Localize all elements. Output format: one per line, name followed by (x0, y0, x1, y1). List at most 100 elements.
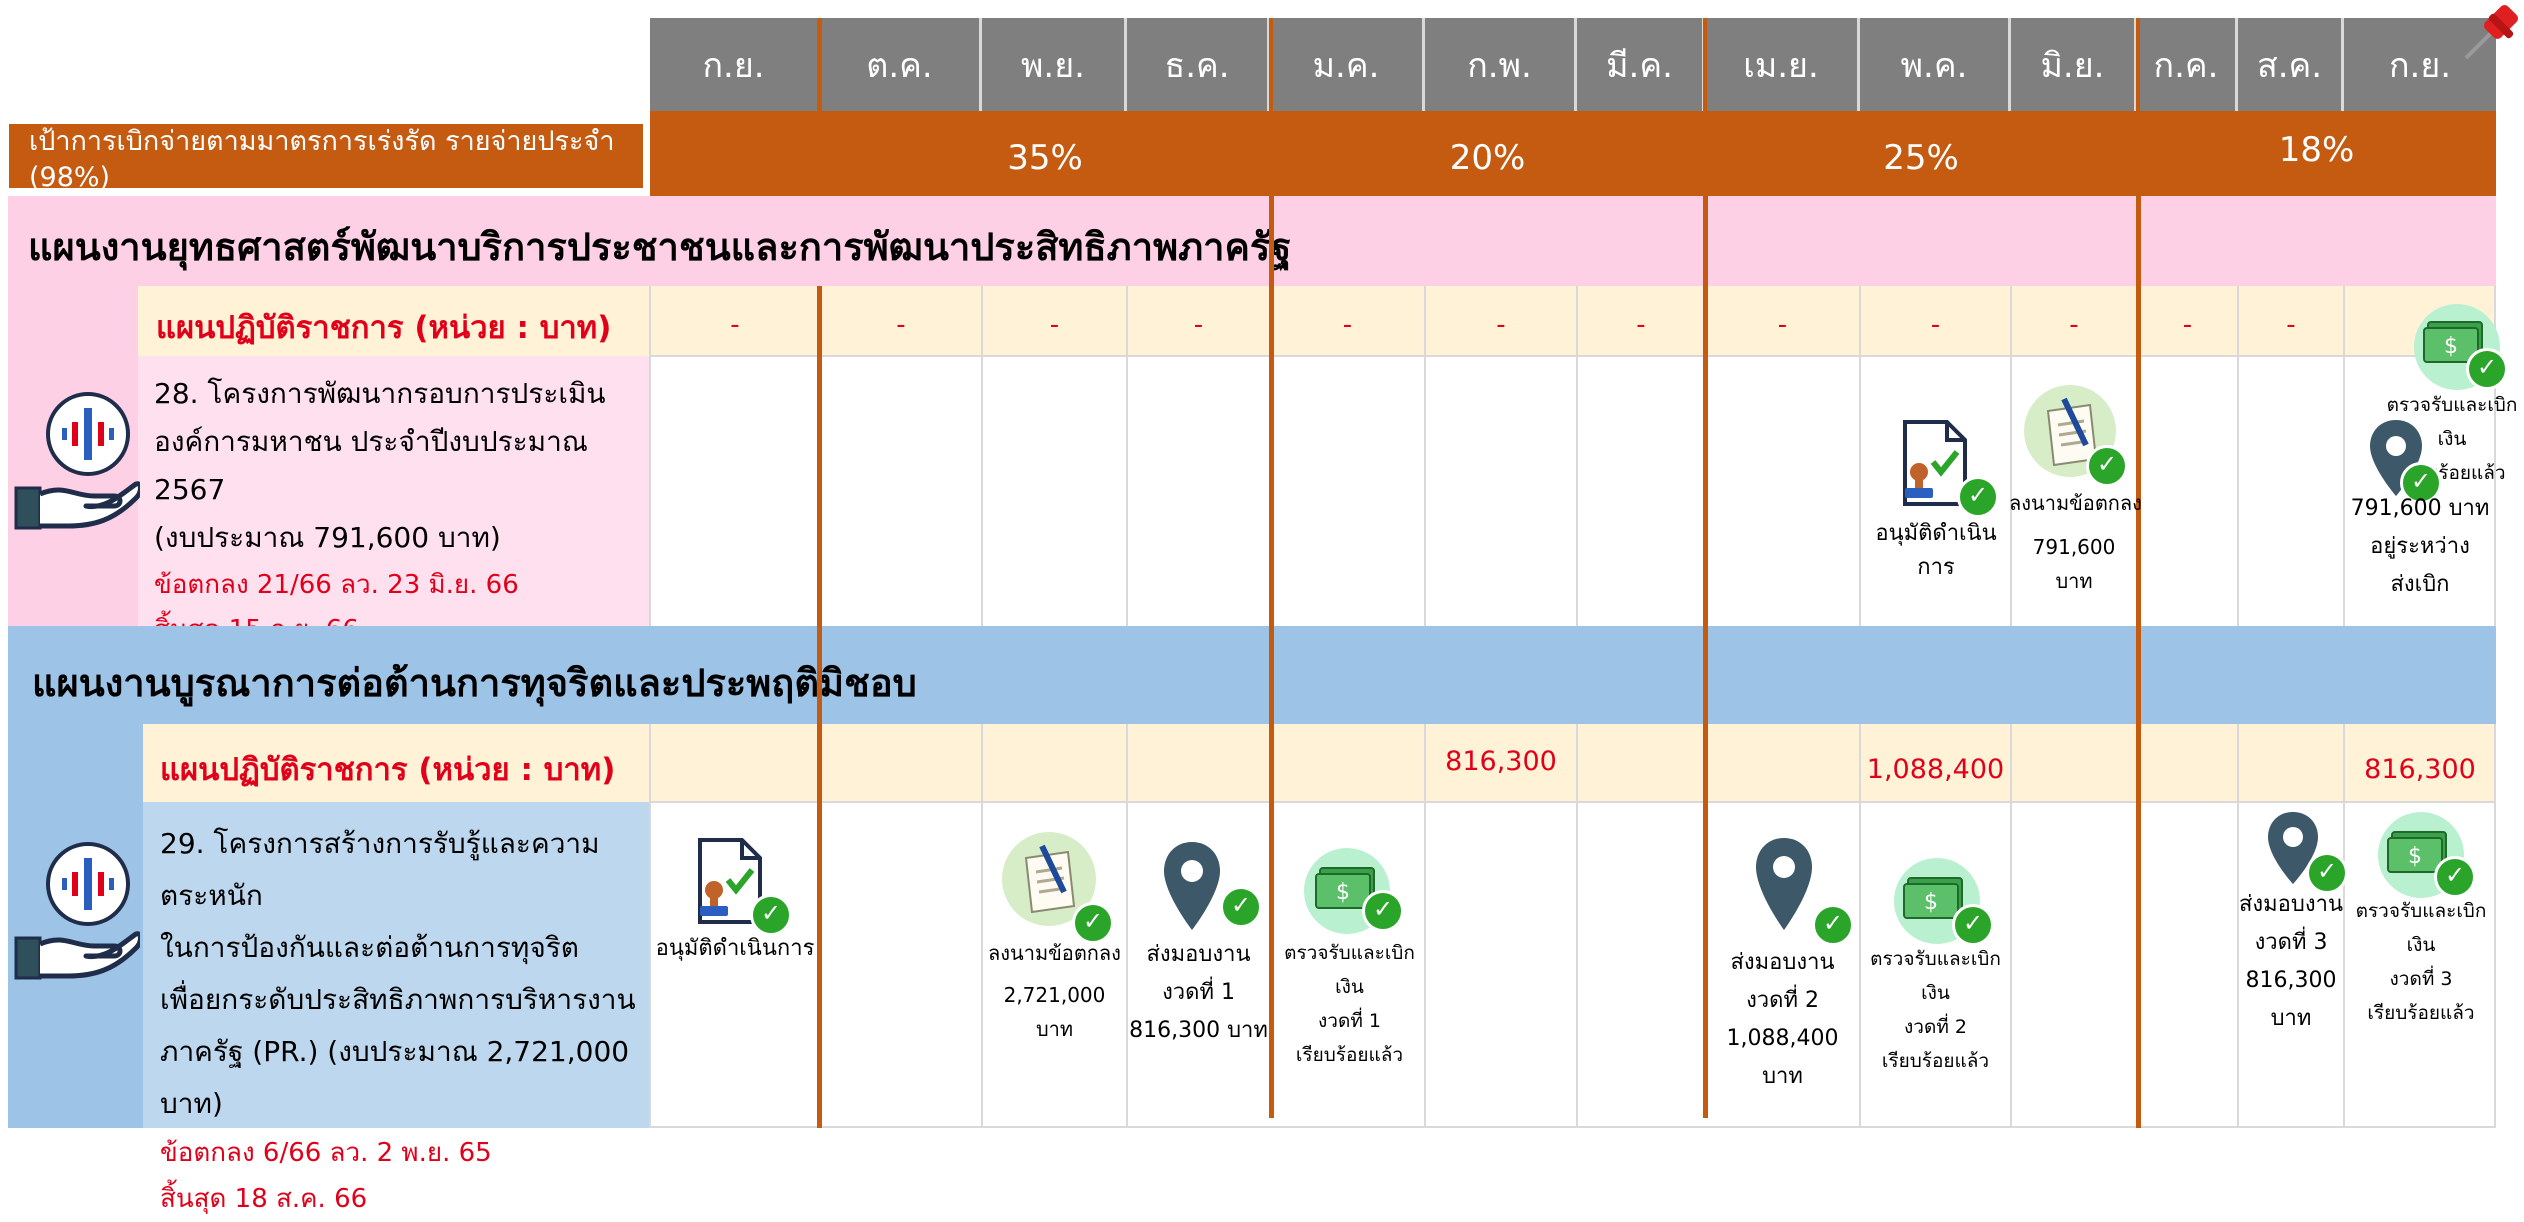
check-icon: ✓ (1952, 904, 1994, 946)
grid-line (981, 286, 983, 626)
money-icon: $ ✓ (2420, 316, 2510, 390)
check-icon: ✓ (1362, 890, 1404, 932)
approve-document-icon: ✓ (690, 836, 792, 936)
month-header-cell: ธ.ค. (1127, 18, 1270, 111)
svg-text:$: $ (1336, 880, 1350, 905)
project-title-line: เพื่อยกระดับประสิทธิภาพการบริหารงาน (160, 983, 636, 1016)
plan-dash: - (2182, 310, 2193, 340)
location-pin-icon: ✓ (1160, 838, 1262, 934)
sign-contract-icon: ✓ (1012, 842, 1114, 944)
check-icon: ✓ (2434, 856, 2476, 898)
month-header-cell: ก.ย. (650, 18, 820, 111)
month-header-cell: ส.ค. (2238, 18, 2344, 111)
event-sign-label: ลงนามข้อตกลง (988, 941, 1121, 965)
plan-dash: - (2286, 310, 2296, 340)
target-quarter-1: 35% (1007, 138, 1083, 178)
event-pending: 791,600 บาท อยู่ระหว่าง ส่งเบิก (2344, 490, 2496, 604)
plan-dash: - (2069, 310, 2079, 340)
month-header-cell: พ.ย. (982, 18, 1127, 111)
event-deliver-amount: 816,300 บาท (2245, 968, 2337, 1031)
quarter-separator (2136, 196, 2141, 1128)
grid-line (2237, 286, 2239, 626)
project-title-line: ในการป้องกันและต่อต้านการทุจริต (160, 931, 579, 964)
event-pending-line: อยู่ระหว่าง (2370, 534, 2470, 559)
check-icon: ✓ (1812, 904, 1854, 946)
plan-dash: - (1636, 310, 1646, 340)
event-deliver-2: ส่งมอบงาน งวดที่ 2 1,088,400 บาท (1705, 944, 1860, 1096)
target-quarter-3: 25% (1883, 138, 1959, 178)
check-icon: ✓ (1220, 886, 1262, 928)
money-icon: $ ✓ (1900, 872, 1996, 946)
event-inspect-3: ตรวจรับและเบิกเงิน งวดที่ 3 เรียบร้อยแล้… (2346, 894, 2496, 1030)
quarter-separator (817, 286, 822, 1128)
event-sign-label: ลงนามข้อตกลง (2009, 491, 2142, 515)
plan-amount-may: 1,088,400 (1866, 754, 2005, 785)
plan-dash: - (730, 310, 740, 340)
grid-line (1126, 286, 1128, 626)
event-deliver-line: งวดที่ 1 (1162, 980, 1235, 1005)
quarter-separator (1703, 18, 1707, 111)
section2-title: แผนงานบูรณาการต่อต้านการทุจริตและประพฤติ… (32, 661, 917, 705)
month-header-cell: ม.ค. (1270, 18, 1425, 111)
event-deliver-amount: 816,300 บาท (1129, 1018, 1268, 1043)
section1-title: แผนงานยุทธศาสตร์พัฒนาบริการประชาชนและการ… (28, 225, 1292, 269)
target-quarter-4: 18% (2278, 130, 2355, 170)
plan-dash: - (896, 310, 906, 340)
svg-text:$: $ (2444, 334, 2458, 359)
section2-plan-label: แผนปฏิบัติราชการ (หน่วย : บาท) (160, 752, 616, 788)
grid-line (1126, 724, 1128, 1128)
grid-line (650, 801, 2496, 803)
location-pin-icon: ✓ (1752, 834, 1854, 946)
event-deliver-line: ส่งมอบงาน (2239, 892, 2343, 917)
location-pin-icon: ✓ (2366, 416, 2446, 504)
event-deliver-1: ส่งมอบงาน งวดที่ 1 816,300 บาท (1127, 936, 1270, 1050)
event-sign-amount: 791,600 บาท (2032, 535, 2116, 593)
sign-contract-icon: ✓ (2034, 395, 2128, 487)
plan-dash: - (1193, 310, 1204, 340)
target-label: เป้าการเบิกจ่ายตามมาตรการเร่งรัด รายจ่าย… (6, 121, 646, 193)
project-end-date: สิ้นสุด 18 ส.ค. 66 (160, 1184, 368, 1214)
project-title-line: 28. โครงการพัฒนากรอบการประเมิน (154, 377, 606, 410)
hand-logo-icon (14, 388, 143, 538)
money-icon: $ ✓ (2384, 826, 2480, 898)
project-title-line: องค์การมหาชน ประจำปีงบประมาณ 2567 (154, 425, 588, 506)
event-pending-amount: 791,600 บาท (2350, 496, 2490, 521)
event-inspect-line: งวดที่ 3 (2389, 968, 2453, 990)
month-header-cell: มิ.ย. (2011, 18, 2137, 111)
month-header-cell: ก.ค. (2137, 18, 2238, 111)
money-icon: $ ✓ (1312, 862, 1408, 932)
project-budget: (งบประมาณ 791,600 บาท) (154, 521, 501, 554)
month-header-cell: มี.ค. (1577, 18, 1705, 111)
event-sign-amount: 2,721,000 บาท (1003, 983, 1106, 1041)
event-inspect-1: ตรวจรับและเบิกเงิน งวดที่ 1 เรียบร้อยแล้… (1272, 936, 1427, 1072)
grid-line (649, 286, 651, 626)
event-inspect-line: ตรวจรับและเบิกเงิน (1284, 942, 1415, 998)
section1-project-text: 28. โครงการพัฒนากรอบการประเมิน องค์การมห… (154, 370, 644, 652)
month-header-cell: ต.ค. (820, 18, 982, 111)
grid-line (1576, 724, 1578, 1128)
project-agreement: ข้อตกลง 21/66 ลว. 23 มิ.ย. 66 (154, 570, 519, 600)
section1-plan-label: แผนปฏิบัติราชการ (หน่วย : บาท) (156, 310, 612, 346)
month-header-cell: ก.พ. (1425, 18, 1577, 111)
pushpin-icon (2462, 0, 2524, 62)
grid-line (650, 355, 2496, 357)
plan-amount-sep: 816,300 (2364, 754, 2476, 785)
event-deliver-amount: 1,088,400 บาท (1726, 1026, 1839, 1089)
target-quarter-2: 20% (1449, 138, 1526, 178)
section2-project-text: 29. โครงการสร้างการรับรู้และความตระหนัก … (160, 818, 680, 1222)
grid-line (1576, 286, 1578, 626)
plan-dash: - (1930, 310, 1941, 340)
month-header-cell: พ.ค. (1860, 18, 2011, 111)
svg-text:$: $ (2408, 844, 2422, 869)
event-deliver-line: งวดที่ 2 (1746, 988, 1819, 1013)
event-deliver-line: ส่งมอบงาน (1730, 950, 1835, 975)
event-inspect-line: เรียบร้อยแล้ว (1295, 1044, 1404, 1066)
event-deliver-line: ส่งมอบงาน (1146, 942, 1251, 967)
event-inspect-line: เรียบร้อยแล้ว (1881, 1050, 1990, 1072)
event-inspect-line: ตรวจรับและเบิกเงิน (2355, 900, 2487, 956)
quarter-separator (817, 18, 822, 111)
event-inspect-line: งวดที่ 2 (1904, 1016, 1967, 1038)
event-inspect-line: ตรวจรับและเบิกเงิน (1870, 948, 2001, 1004)
event-inspect-2: ตรวจรับและเบิกเงิน งวดที่ 2 เรียบร้อยแล้… (1860, 942, 2011, 1078)
grid-line (649, 724, 651, 1128)
